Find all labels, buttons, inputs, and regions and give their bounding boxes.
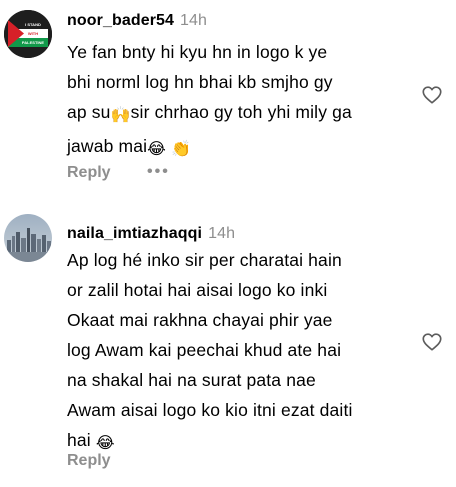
reply-button[interactable]: Reply	[67, 452, 111, 470]
more-options-icon[interactable]: •••	[147, 163, 170, 181]
text-fragment: hai	[67, 430, 96, 450]
clapping-hands-emoji-icon: 👏	[171, 141, 192, 158]
heart-outline-icon[interactable]	[421, 84, 443, 106]
comment-line: Ye fan bnty hi kyu hn in logo k ye	[67, 42, 328, 62]
text-fragment: sir chrhao gy toh yhi mily ga	[130, 102, 352, 122]
username[interactable]: noor_bader54	[67, 12, 174, 29]
timestamp: 14h	[180, 12, 208, 29]
username[interactable]: naila_imtiazhaqqi	[67, 225, 202, 242]
comment-text: Ap log hé inko sir per charatai hain or …	[67, 245, 402, 459]
comment-header: naila_imtiazhaqqi 14h	[67, 225, 235, 243]
avatar-text-1: I STAND	[25, 22, 41, 27]
comment-line: Awam aisai logo ko kio itni ezat daiti	[67, 400, 353, 420]
comment-line: jawab mai😂 👏	[67, 131, 402, 165]
text-fragment: ap su	[67, 102, 111, 122]
text-fragment: jawab mai	[67, 136, 148, 156]
comment-text: Ye fan bnty hi kyu hn in logo k ye bhi n…	[67, 37, 402, 165]
laughing-emoji-icon: 😂	[95, 435, 115, 452]
heart-outline-icon[interactable]	[421, 331, 443, 353]
palestine-flag-avatar-icon: I STAND WITH PALESTINE	[4, 10, 52, 58]
raising-hands-emoji-icon: 🙌	[110, 107, 131, 124]
avatar-text-2: WITH	[28, 31, 38, 36]
reply-button[interactable]: Reply	[67, 164, 111, 182]
timestamp: 14h	[208, 225, 236, 242]
comment-line: Okaat mai rakhna chayai phir yae	[67, 310, 333, 330]
comment-header: noor_bader54 14h	[67, 12, 207, 30]
city-skyline-avatar-icon	[4, 214, 52, 262]
avatar[interactable]: I STAND WITH PALESTINE	[4, 10, 52, 58]
comment-line: Ap log hé inko sir per charatai hain	[67, 250, 342, 270]
comment-line: ap su🙌sir chrhao gy toh yhi mily ga	[67, 97, 402, 131]
comment-line: na shakal hai na surat pata nae	[67, 370, 316, 390]
comment-line: bhi norml log hn bhai kb smjho gy	[67, 72, 333, 92]
comment-line: or zalil hotai hai aisai logo ko inki	[67, 280, 328, 300]
avatar-text-3: PALESTINE	[22, 40, 44, 45]
comment-line: hai 😂	[67, 425, 402, 459]
avatar[interactable]	[4, 214, 52, 262]
laughing-emoji-icon: 😂	[147, 141, 166, 158]
comment-line: log Awam kai peechai khud ate hai	[67, 340, 342, 360]
